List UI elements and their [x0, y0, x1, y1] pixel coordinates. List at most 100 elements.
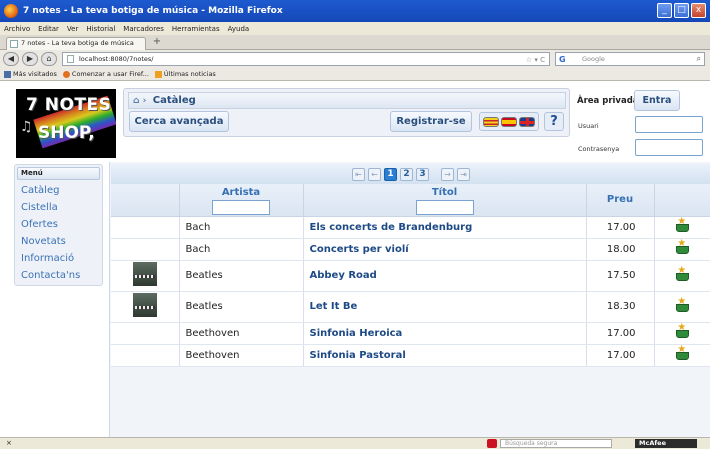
home-button[interactable]: ⌂	[41, 52, 57, 66]
title-link[interactable]: Sinfonia Pastoral	[303, 344, 587, 367]
sidebar-item-informacio[interactable]: Informació	[15, 250, 102, 267]
artist-filter-input[interactable]	[212, 200, 270, 215]
price-header-label[interactable]: Preu	[607, 194, 633, 205]
music-note-icon: ♫	[20, 119, 33, 135]
sidebar-item-contactans[interactable]: Contacta'ns	[15, 267, 102, 284]
bookmark-comenzar[interactable]: Comenzar a usar Firef...	[62, 70, 149, 78]
header-panel: ⌂ › Catàleg Cerca avançada Registrar-se …	[123, 88, 570, 137]
cart-cell: ★	[654, 216, 710, 239]
add-to-cart-icon[interactable]: ★	[675, 322, 690, 339]
username-input[interactable]	[635, 116, 703, 133]
new-tab-button[interactable]: +	[150, 37, 164, 49]
register-button[interactable]: Registrar-se	[390, 111, 472, 132]
menu-marcadores[interactable]: Marcadores	[123, 25, 164, 33]
first-page-button[interactable]: ⇤	[352, 167, 365, 181]
price-cell: 17.00	[586, 216, 655, 239]
english-flag-icon[interactable]	[519, 116, 535, 127]
url-text: localhost:8080/7notes/	[79, 55, 154, 63]
add-to-cart-icon[interactable]: ★	[675, 238, 690, 255]
maximize-button[interactable]: □	[674, 3, 689, 18]
logo-text-line2: SHOP,	[38, 123, 95, 143]
prev-page-button[interactable]: ←	[368, 167, 381, 181]
last-page-button[interactable]: ⇥	[457, 167, 470, 181]
help-button[interactable]: ?	[544, 112, 564, 131]
menu-archivo[interactable]: Archivo	[4, 25, 30, 33]
menu-historial[interactable]: Historial	[86, 25, 115, 33]
title-filter-input[interactable]	[415, 200, 474, 215]
bookmark-star-icon[interactable]: ☆ ▾ C	[526, 54, 545, 66]
table-header-row: Artista Títol Preu	[111, 184, 710, 217]
breadcrumb: ⌂ › Catàleg	[128, 92, 566, 109]
table-row[interactable]: Bach Els concerts de Brandenburg 17.00 ★	[111, 216, 710, 239]
username-label: Usuari	[578, 122, 599, 130]
title-link[interactable]: Let It Be	[303, 291, 587, 323]
breadcrumb-current[interactable]: Catàleg	[153, 95, 196, 106]
sidebar-item-cistella[interactable]: Cistella	[15, 199, 102, 216]
sidebar-item-novetats[interactable]: Novetats	[15, 233, 102, 250]
cart-column-header	[654, 184, 710, 217]
catalan-flag-icon[interactable]	[483, 116, 499, 127]
search-placeholder: Google	[582, 55, 605, 63]
home-icon[interactable]: ⌂ ›	[133, 96, 146, 106]
table-row[interactable]: Beethoven Sinfonia Heroica 17.00 ★	[111, 322, 710, 345]
menu-herramientas[interactable]: Herramientas	[172, 25, 220, 33]
url-bar[interactable]: localhost:8080/7notes/ ☆ ▾ C	[62, 52, 550, 66]
page-3-button[interactable]: 3	[416, 167, 429, 181]
bookmark-label: Últimas noticias	[163, 70, 216, 78]
add-to-cart-icon[interactable]: ★	[675, 264, 690, 282]
title-column-header: Títol	[303, 184, 587, 217]
title-link[interactable]: Concerts per violí	[303, 238, 587, 261]
artist-cell: Beatles	[179, 291, 304, 323]
table-row[interactable]: Beatles Abbey Road 17.50 ★	[111, 260, 710, 292]
logo-text-line1: 7 NOTES	[26, 95, 112, 115]
next-page-button[interactable]: →	[441, 167, 454, 181]
forward-button[interactable]: ▶	[22, 52, 38, 66]
star-shape: ★	[677, 344, 687, 355]
title-header-label[interactable]: Títol	[432, 187, 457, 198]
star-shape: ★	[677, 264, 687, 276]
title-link[interactable]: Abbey Road	[303, 260, 587, 292]
menu-ver[interactable]: Ver	[67, 25, 78, 33]
spanish-flag-icon[interactable]	[501, 116, 517, 127]
sidebar-item-cataleg[interactable]: Catàleg	[15, 182, 102, 199]
album-cover-thumbnail[interactable]	[132, 262, 157, 286]
menu-ayuda[interactable]: Ayuda	[228, 25, 250, 33]
secure-search-input[interactable]: Búsqueda segura	[500, 439, 612, 448]
page-1-button[interactable]: 1	[384, 167, 397, 181]
cart-cell: ★	[654, 322, 710, 345]
minimize-button[interactable]: _	[657, 3, 672, 18]
price-cell: 17.00	[586, 344, 655, 367]
artist-header-label[interactable]: Artista	[222, 187, 260, 198]
table-row[interactable]: Beethoven Sinfonia Pastoral 17.00 ★	[111, 344, 710, 367]
bookmark-mas-visitados[interactable]: Más visitados	[4, 70, 57, 78]
bookmark-ultimas-noticias[interactable]: Últimas noticias	[154, 70, 216, 78]
sidebar-item-ofertes[interactable]: Ofertes	[15, 216, 102, 233]
back-button[interactable]: ◀	[3, 52, 19, 66]
album-cover-thumbnail[interactable]	[132, 293, 157, 317]
title-link[interactable]: Sinfonia Heroica	[303, 322, 587, 345]
menu-editar[interactable]: Editar	[38, 25, 59, 33]
password-input[interactable]	[635, 139, 703, 156]
add-to-cart-icon[interactable]: ★	[675, 344, 690, 361]
table-row[interactable]: Beatles Let It Be 18.30 ★	[111, 291, 710, 323]
title-link[interactable]: Els concerts de Brandenburg	[303, 216, 587, 239]
cart-cell: ★	[654, 260, 710, 292]
login-button[interactable]: Entra	[634, 90, 680, 111]
search-icon[interactable]: ⌕	[697, 53, 701, 65]
page-favicon-icon	[10, 40, 18, 48]
mcafee-button[interactable]: McAfee	[635, 439, 697, 448]
store-logo[interactable]: ♫ 7 NOTES SHOP,	[16, 89, 116, 158]
add-to-cart-icon[interactable]: ★	[675, 216, 690, 233]
mcafee-icon[interactable]	[487, 439, 497, 448]
close-button[interactable]: x	[691, 3, 706, 18]
thumb-cell	[111, 238, 180, 261]
search-bar[interactable]: G Google ⌕	[555, 52, 705, 66]
advanced-search-button[interactable]: Cerca avançada	[129, 111, 229, 132]
table-row[interactable]: Bach Concerts per violí 18.00 ★	[111, 238, 710, 261]
tab-bar: 7 notes - La teva botiga de música +	[0, 35, 710, 50]
add-to-cart-icon[interactable]: ★	[675, 296, 690, 313]
browser-tab[interactable]: 7 notes - La teva botiga de música	[6, 37, 146, 50]
page-2-button[interactable]: 2	[400, 167, 413, 181]
thumb-cell	[111, 322, 180, 345]
close-findbar-icon[interactable]: ×	[6, 439, 12, 447]
